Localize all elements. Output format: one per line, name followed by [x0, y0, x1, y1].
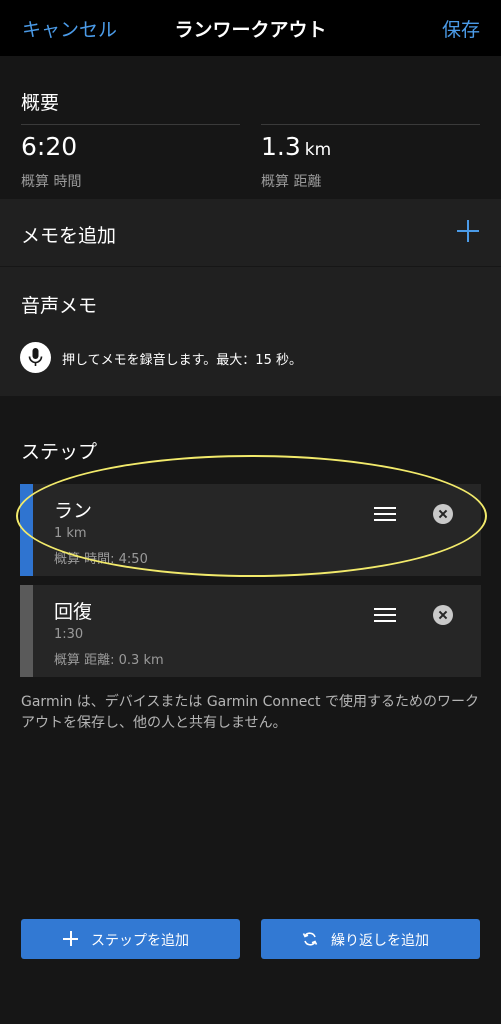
estimated-distance: 1.3 km: [261, 132, 331, 161]
add-repeat-label: 繰り返しを追加: [331, 933, 429, 949]
add-step-label: ステップを追加: [91, 933, 189, 949]
overview-heading: 概要: [21, 92, 60, 114]
privacy-note: Garmin は、デバイスまたは Garmin Connect で使用するための…: [21, 694, 479, 731]
divider: [261, 124, 480, 125]
step-card-recovery[interactable]: 回復 1:30 概算 距離: 0.3 km: [20, 585, 481, 677]
step-estimate: 概算 時間: 4:50: [54, 552, 148, 567]
remove-step-icon[interactable]: [433, 504, 453, 524]
plus-icon: [63, 931, 78, 946]
estimated-distance-value: 1.3: [261, 132, 301, 161]
step-color-bar: [20, 484, 33, 576]
plus-icon[interactable]: [457, 220, 479, 242]
remove-step-icon[interactable]: [433, 605, 453, 625]
divider: [21, 124, 240, 125]
step-name: ラン: [54, 500, 93, 522]
repeat-icon: [302, 932, 318, 946]
step-target: 1:30: [54, 627, 84, 642]
add-memo-label[interactable]: メモを追加: [21, 221, 116, 248]
voice-memo-heading: 音声メモ: [21, 295, 98, 317]
estimated-distance-label: 概算 距離: [261, 174, 322, 190]
memo-section: メモを追加 音声メモ 押してメモを録音します。最大：15 秒。: [0, 199, 501, 396]
distance-unit: km: [304, 140, 332, 160]
add-repeat-button[interactable]: 繰り返しを追加: [261, 919, 480, 959]
step-color-bar: [20, 585, 33, 677]
step-card-run[interactable]: ラン 1 km 概算 時間: 4:50: [20, 484, 481, 576]
estimated-time-value: 6:20: [21, 132, 78, 161]
top-bar: キャンセル ランワークアウト 保存: [0, 0, 501, 56]
steps-heading: ステップ: [21, 441, 98, 463]
page-title: ランワークアウト: [174, 19, 327, 41]
estimated-time-label: 概算 時間: [21, 174, 82, 190]
drag-handle-icon[interactable]: [374, 608, 396, 622]
add-step-button[interactable]: ステップを追加: [21, 919, 240, 959]
record-voice-memo-button[interactable]: [20, 342, 51, 373]
step-estimate: 概算 距離: 0.3 km: [54, 653, 164, 668]
microphone-icon: [28, 348, 43, 366]
step-target: 1 km: [54, 526, 87, 541]
drag-handle-icon[interactable]: [374, 507, 396, 521]
divider: [0, 266, 501, 267]
step-name: 回復: [54, 601, 93, 623]
voice-memo-hint: 押してメモを録音します。最大：15 秒。: [62, 353, 302, 368]
save-button[interactable]: 保存: [442, 15, 480, 42]
